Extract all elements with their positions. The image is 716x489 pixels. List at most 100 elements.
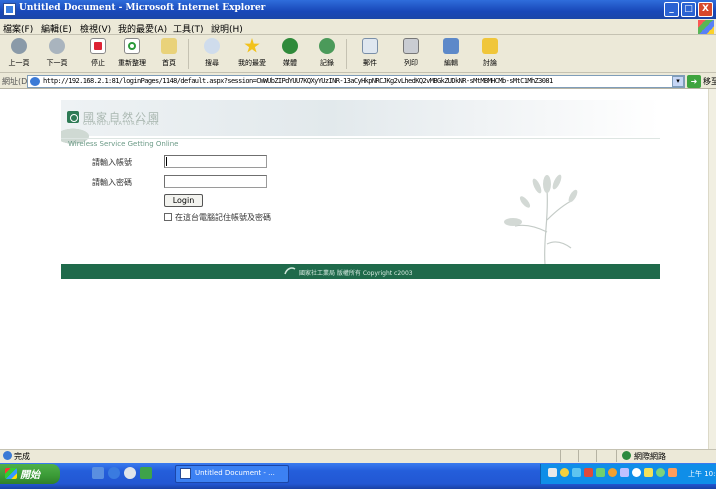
zone-text: 網際網路 — [634, 452, 666, 461]
forward-label: 下一頁 — [46, 59, 68, 67]
history-label: 記錄 — [320, 59, 334, 67]
text-caret — [166, 157, 167, 166]
stop-button[interactable]: 停止 — [83, 37, 113, 71]
windows-logo-icon — [698, 20, 714, 34]
back-label: 上一頁 — [8, 59, 30, 67]
quicklaunch-media-icon[interactable] — [124, 467, 136, 479]
maximize-button[interactable]: □ — [681, 2, 696, 17]
media-button[interactable]: 媒體 — [275, 37, 305, 71]
remember-label: 在這台電腦記住帳號及密碼 — [175, 213, 271, 222]
home-label: 首頁 — [162, 59, 176, 67]
close-button[interactable]: X — [698, 2, 713, 17]
menu-tools[interactable]: 工具(T) — [173, 22, 204, 35]
forward-button[interactable]: 下一頁 — [42, 37, 72, 71]
tray-misc-icon[interactable] — [656, 468, 665, 477]
footer-logo-icon — [284, 267, 296, 275]
done-page-icon — [3, 451, 12, 460]
status-divider — [596, 450, 597, 462]
edit-icon — [443, 38, 459, 54]
menu-favorites[interactable]: 我的最愛(A) — [118, 22, 167, 35]
page-icon — [30, 77, 40, 86]
tray-update-icon[interactable] — [608, 468, 617, 477]
edit-label: 編輯 — [444, 59, 458, 67]
menu-edit[interactable]: 編輯(E) — [41, 22, 72, 35]
taskbar-window-label: Untitled Document - ... — [195, 469, 275, 477]
refresh-button[interactable]: 重新整理 — [117, 37, 147, 71]
status-divider — [560, 450, 561, 462]
start-logo-icon — [5, 468, 17, 479]
print-label: 列印 — [404, 59, 418, 67]
go-button[interactable]: 移至 — [703, 76, 716, 87]
discuss-label: 討論 — [483, 59, 497, 67]
address-url[interactable]: http://192.168.2.1:81/loginPages/1148/de… — [43, 77, 663, 85]
status-text: 完成 — [14, 452, 30, 461]
mail-button[interactable]: 郵件 — [355, 37, 385, 71]
tray-network-icon[interactable] — [572, 468, 581, 477]
service-title: Wireless Service Getting Online — [68, 140, 179, 148]
search-label: 搜尋 — [205, 59, 219, 67]
address-dropdown-icon[interactable]: ▾ — [672, 76, 684, 87]
account-input[interactable] — [164, 155, 267, 168]
park-logo-icon — [67, 111, 79, 123]
back-icon — [11, 38, 27, 54]
tray-messenger-icon[interactable] — [632, 468, 641, 477]
print-icon — [403, 38, 419, 54]
stop-icon — [90, 38, 106, 54]
quicklaunch-desktop-icon[interactable] — [92, 467, 104, 479]
header-divider — [61, 138, 660, 139]
tray-language-icon[interactable] — [548, 468, 557, 477]
refresh-icon — [124, 38, 140, 54]
discuss-button[interactable]: 討論 — [475, 37, 505, 71]
favorites-button[interactable]: 我的最愛 — [237, 37, 267, 71]
search-button[interactable]: 搜尋 — [197, 37, 227, 71]
account-label: 請輸入帳號 — [92, 158, 132, 167]
tray-security-icon[interactable] — [584, 468, 593, 477]
start-label: 開始 — [20, 470, 40, 481]
taskbar-ie-icon — [180, 468, 191, 479]
history-button[interactable]: 記錄 — [312, 37, 342, 71]
copyright-text: 國家社工業局 版權所有 Copyright c2003 — [299, 270, 413, 277]
minimize-button[interactable]: _ — [664, 2, 679, 17]
quicklaunch-app-icon[interactable] — [140, 467, 152, 479]
refresh-label: 重新整理 — [118, 59, 146, 67]
tray-misc-icon[interactable] — [668, 468, 677, 477]
stop-label: 停止 — [91, 59, 105, 67]
clock: 上午 10:18 — [688, 470, 716, 478]
vertical-scrollbar[interactable] — [708, 89, 716, 449]
menu-view[interactable]: 檢視(V) — [80, 22, 111, 35]
flower-illustration — [504, 174, 578, 265]
window-title: Untitled Document - Microsoft Internet E… — [19, 3, 266, 13]
mail-icon — [362, 38, 378, 54]
tray-app-icon[interactable] — [560, 468, 569, 477]
go-icon[interactable]: ➜ — [687, 75, 701, 88]
status-divider — [578, 450, 579, 462]
back-button[interactable]: 上一頁 — [4, 37, 34, 71]
menu-file[interactable]: 檔案(F) — [3, 22, 33, 35]
status-divider — [616, 450, 617, 462]
toolbar-divider — [188, 39, 189, 69]
edit-button[interactable]: 編輯 — [436, 37, 466, 71]
toolbar-divider — [346, 39, 347, 69]
favorites-label: 我的最愛 — [238, 59, 266, 67]
internet-zone-icon — [622, 451, 631, 460]
password-input[interactable] — [164, 175, 267, 188]
password-label: 請輸入密碼 — [92, 178, 132, 187]
menu-help[interactable]: 說明(H) — [211, 22, 243, 35]
favorites-icon — [244, 38, 260, 53]
print-button[interactable]: 列印 — [396, 37, 426, 71]
history-icon — [319, 38, 335, 54]
quicklaunch-ie-icon[interactable] — [108, 467, 120, 479]
media-label: 媒體 — [283, 59, 297, 67]
ie-icon — [3, 3, 16, 16]
home-button[interactable]: 首頁 — [154, 37, 184, 71]
home-icon — [161, 38, 177, 54]
forward-icon — [49, 38, 65, 54]
search-icon — [204, 38, 220, 54]
tray-misc-icon[interactable] — [644, 468, 653, 477]
tray-status-icon[interactable] — [596, 468, 605, 477]
remember-checkbox[interactable] — [164, 213, 172, 221]
logo-subtitle: GUANDU NATURE PARK — [83, 121, 160, 127]
tray-volume-icon[interactable] — [620, 468, 629, 477]
mail-label: 郵件 — [363, 59, 377, 67]
login-button[interactable]: Login — [164, 194, 203, 207]
